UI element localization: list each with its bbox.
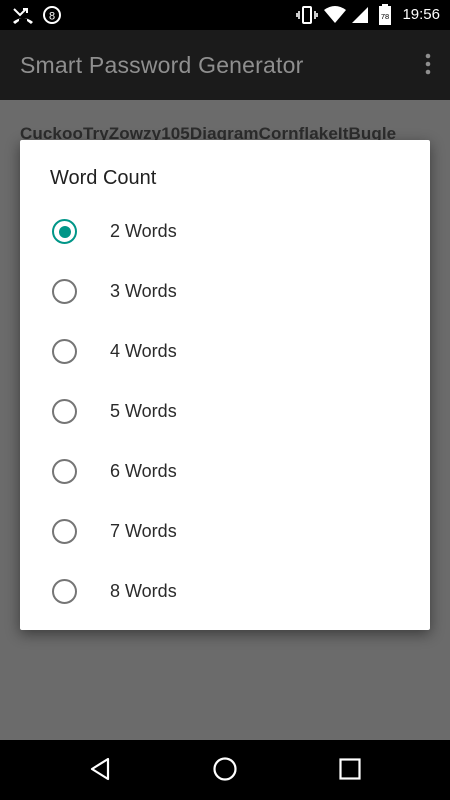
battery-icon: 78 bbox=[378, 4, 392, 31]
signal-icon bbox=[350, 5, 370, 30]
vibrate-icon bbox=[296, 5, 318, 30]
option-label: 7 Words bbox=[110, 521, 177, 541]
option-label: 2 Words bbox=[110, 221, 177, 241]
option-8-words[interactable]: 8 Words bbox=[20, 561, 430, 621]
navigation-bar bbox=[0, 740, 450, 800]
radio-button-selected[interactable] bbox=[52, 219, 77, 244]
dialog-title: Word Count bbox=[50, 167, 157, 189]
radio-button[interactable] bbox=[52, 339, 77, 364]
word-count-options: 2 Words 3 Words 4 Words 5 Words 6 Words … bbox=[20, 201, 430, 621]
radio-button[interactable] bbox=[52, 459, 77, 484]
word-count-dialog: Word Count 2 Words 3 Words 4 Words 5 Wor… bbox=[20, 140, 430, 630]
option-label: 6 Words bbox=[110, 461, 177, 481]
option-6-words[interactable]: 6 Words bbox=[20, 441, 430, 501]
option-3-words[interactable]: 3 Words bbox=[20, 261, 430, 321]
option-2-words[interactable]: 2 Words bbox=[20, 201, 430, 261]
svg-text:8: 8 bbox=[49, 11, 55, 23]
option-label: 4 Words bbox=[110, 341, 177, 361]
radio-button[interactable] bbox=[52, 579, 77, 604]
clock: 19:56 bbox=[402, 6, 440, 23]
missed-call-icon bbox=[12, 5, 34, 30]
option-label: 8 Words bbox=[110, 581, 177, 601]
svg-text:78: 78 bbox=[381, 12, 389, 21]
app-bar: Smart Password Generator bbox=[0, 30, 450, 100]
radio-button[interactable] bbox=[52, 399, 77, 424]
option-5-words[interactable]: 5 Words bbox=[20, 381, 430, 441]
option-label: 5 Words bbox=[110, 401, 177, 421]
status-bar: 8 78 19:56 bbox=[0, 0, 450, 30]
wifi-icon bbox=[323, 5, 347, 30]
radio-button[interactable] bbox=[52, 519, 77, 544]
app-title: Smart Password Generator bbox=[20, 52, 304, 78]
option-4-words[interactable]: 4 Words bbox=[20, 321, 430, 381]
circle-badge-icon: 8 bbox=[42, 5, 62, 30]
recents-icon[interactable] bbox=[338, 757, 362, 786]
back-icon[interactable] bbox=[88, 756, 112, 787]
more-vert-icon[interactable] bbox=[420, 52, 436, 78]
home-icon[interactable] bbox=[212, 756, 238, 787]
radio-button[interactable] bbox=[52, 279, 77, 304]
option-label: 3 Words bbox=[110, 281, 177, 301]
option-7-words[interactable]: 7 Words bbox=[20, 501, 430, 561]
